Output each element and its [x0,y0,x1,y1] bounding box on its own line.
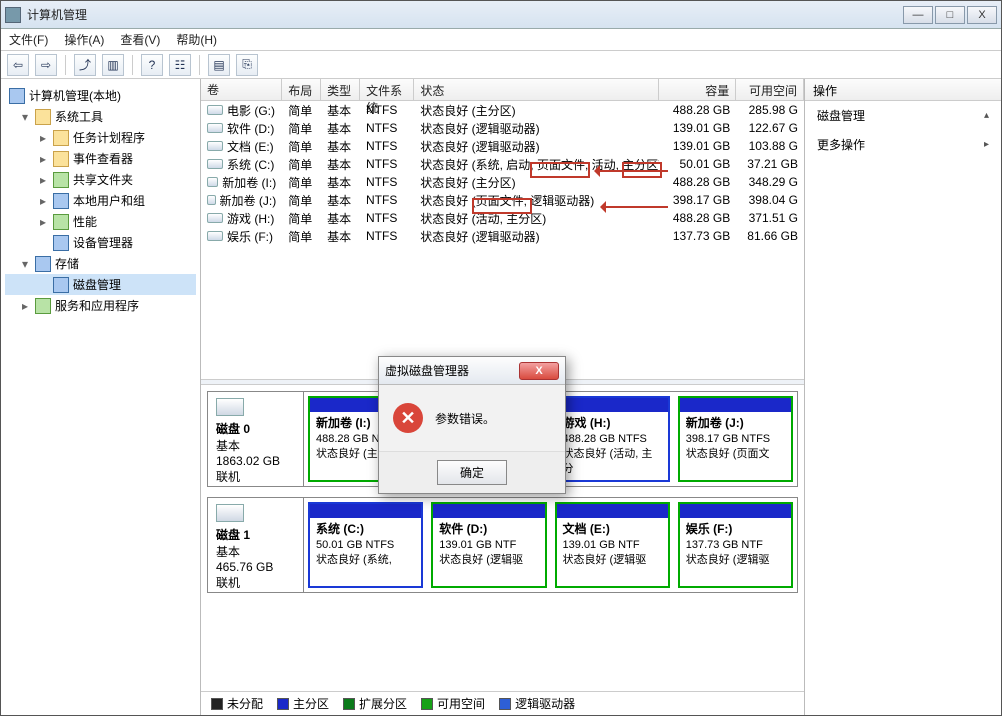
perf-icon [53,214,69,230]
col-capacity[interactable]: 容量 [659,79,736,100]
volume-list-header: 卷 布局 类型 文件系统 状态 容量 可用空间 [201,79,804,101]
legend-free: 可用空间 [437,695,485,712]
drive-icon [207,195,216,205]
help-icon[interactable]: ☷ [169,54,191,76]
forward-icon[interactable]: ⇨ [35,54,57,76]
tree-systools[interactable]: 系统工具 [55,108,103,125]
event-icon [53,151,69,167]
drive-icon [207,231,223,241]
table-row[interactable]: 新加卷 (I:)简单基本NTFS状态良好 (主分区)488.28 GB348.2… [201,173,804,191]
menu-action[interactable]: 操作(A) [64,31,104,48]
legend-logical: 逻辑驱动器 [515,695,575,712]
volume-list[interactable]: 电影 (G:)简单基本NTFS状态良好 (主分区)488.28 GB285.98… [201,101,804,379]
table-row[interactable]: 游戏 (H:)简单基本NTFS状态良好 (活动, 主分区)488.28 GB37… [201,209,804,227]
properties-icon[interactable]: ? [141,54,163,76]
disk-row[interactable]: 磁盘 1基本465.76 GB联机系统 (C:)50.01 GB NTFS状态良… [207,497,798,593]
tree-storage[interactable]: 存储 [55,255,79,272]
tree-devmgr[interactable]: 设备管理器 [73,234,133,251]
legend: 未分配 主分区 扩展分区 可用空间 逻辑驱动器 [201,691,804,715]
app-icon [5,7,21,23]
tree-perf[interactable]: 性能 [73,213,97,230]
col-layout[interactable]: 布局 [282,79,321,100]
collapse-icon: ▴ [984,110,989,121]
chevron-right-icon: ▸ [984,139,989,150]
dialog-ok-button[interactable]: 确定 [437,460,507,485]
window-title: 计算机管理 [27,6,903,23]
actions-title: 操作 [805,79,1001,101]
tree-services[interactable]: 服务和应用程序 [55,297,139,314]
drive-icon [207,159,223,169]
diskmgmt-icon [53,277,69,293]
legend-unallocated: 未分配 [227,695,263,712]
tree-shared[interactable]: 共享文件夹 [73,171,133,188]
shared-icon [53,172,69,188]
actions-more[interactable]: 更多操作▸ [805,130,1001,159]
dialog-title: 虚拟磁盘管理器 [385,362,519,379]
devmgr-icon [53,235,69,251]
minimize-button[interactable]: — [903,6,933,24]
refresh-icon[interactable]: ▤ [208,54,230,76]
partition[interactable]: 文档 (E:)139.01 GB NTF状态良好 (逻辑驱 [555,502,670,588]
menu-file[interactable]: 文件(F) [9,31,48,48]
back-icon[interactable]: ⇦ [7,54,29,76]
error-dialog: 虚拟磁盘管理器 X ✕ 参数错误。 确定 [378,356,566,494]
table-row[interactable]: 系统 (C:)简单基本NTFS状态良好 (系统, 启动, 页面文件, 活动, 主… [201,155,804,173]
computer-icon [9,88,25,104]
tree-task[interactable]: 任务计划程序 [73,129,145,146]
task-icon [53,130,69,146]
tools-icon [35,109,51,125]
col-volume[interactable]: 卷 [201,79,282,100]
drive-icon [207,123,223,133]
close-button[interactable]: X [967,6,997,24]
drive-icon [207,213,223,223]
menubar: 文件(F) 操作(A) 查看(V) 帮助(H) [1,29,1001,51]
tree-diskmgmt[interactable]: 磁盘管理 [73,276,121,293]
disk-icon [216,398,244,416]
table-row[interactable]: 娱乐 (F:)简单基本NTFS状态良好 (逻辑驱动器)137.73 GB81.6… [201,227,804,245]
nav-tree[interactable]: 计算机管理(本地) ▾系统工具 ▸任务计划程序 ▸事件查看器 ▸共享文件夹 ▸本… [1,79,201,715]
export-icon[interactable]: ⎘ [236,54,258,76]
menu-help[interactable]: 帮助(H) [176,31,217,48]
tree-root[interactable]: 计算机管理(本地) [29,87,121,104]
table-row[interactable]: 电影 (G:)简单基本NTFS状态良好 (主分区)488.28 GB285.98… [201,101,804,119]
drive-icon [207,105,223,115]
partition[interactable]: 系统 (C:)50.01 GB NTFS状态良好 (系统, [308,502,423,588]
menu-view[interactable]: 查看(V) [120,31,160,48]
table-row[interactable]: 软件 (D:)简单基本NTFS状态良好 (逻辑驱动器)139.01 GB122.… [201,119,804,137]
error-icon: ✕ [393,403,423,433]
table-row[interactable]: 新加卷 (J:)简单基本NTFS状态良好 (页面文件, 逻辑驱动器)398.17… [201,191,804,209]
col-free[interactable]: 可用空间 [736,79,804,100]
show-hide-icon[interactable]: ▥ [102,54,124,76]
partition[interactable]: 娱乐 (F:)137.73 GB NTF状态良好 (逻辑驱 [678,502,793,588]
legend-extended: 扩展分区 [359,695,407,712]
tree-users[interactable]: 本地用户和组 [73,192,145,209]
partition[interactable]: 新加卷 (J:)398.17 GB NTFS状态良好 (页面文 [678,396,793,482]
users-icon [53,193,69,209]
drive-icon [207,141,223,151]
dialog-message: 参数错误。 [435,410,495,427]
legend-primary: 主分区 [293,695,329,712]
storage-icon [35,256,51,272]
table-row[interactable]: 文档 (E:)简单基本NTFS状态良好 (逻辑驱动器)139.01 GB103.… [201,137,804,155]
maximize-button[interactable]: □ [935,6,965,24]
col-status[interactable]: 状态 [414,79,659,100]
titlebar[interactable]: 计算机管理 — □ X [1,1,1001,29]
actions-diskmgmt[interactable]: 磁盘管理▴ [805,101,1001,130]
toolbar: ⇦ ⇨ ⤴ ▥ ? ☷ ▤ ⎘ [1,51,1001,79]
partition[interactable]: 软件 (D:)139.01 GB NTF状态良好 (逻辑驱 [431,502,546,588]
actions-pane: 操作 磁盘管理▴ 更多操作▸ [805,79,1001,715]
disk-icon [216,504,244,522]
services-icon [35,298,51,314]
col-type[interactable]: 类型 [321,79,360,100]
up-icon[interactable]: ⤴ [74,54,96,76]
partition[interactable]: 游戏 (H:)488.28 GB NTFS状态良好 (活动, 主分 [555,396,670,482]
col-fs[interactable]: 文件系统 [360,79,414,100]
dialog-close-button[interactable]: X [519,362,559,380]
tree-event[interactable]: 事件查看器 [73,150,133,167]
drive-icon [207,177,218,187]
